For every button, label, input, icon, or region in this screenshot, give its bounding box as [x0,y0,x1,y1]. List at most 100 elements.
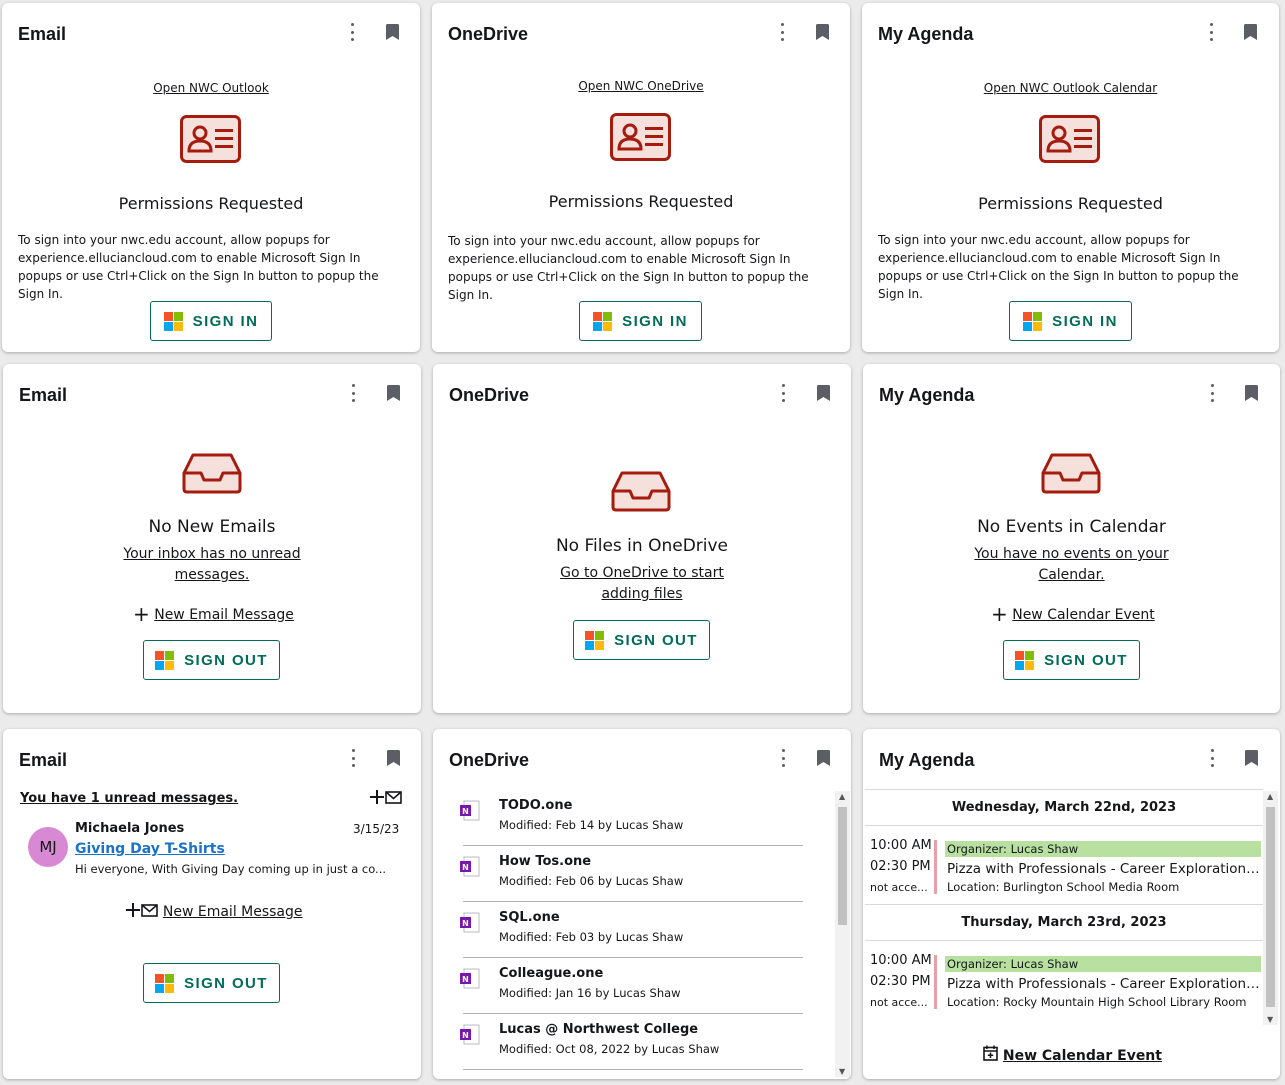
more-options-icon[interactable] [350,384,356,402]
more-options-icon[interactable] [780,749,786,767]
more-options-icon[interactable] [779,23,785,41]
scroll-thumb[interactable] [1266,807,1275,1007]
file-list-item[interactable]: N SQL.one Modified: Feb 03 by Lucas Shaw [460,902,803,958]
email-card-signin: Email Open NWC Outlook Permissions Reque… [2,3,420,352]
agenda-list: Wednesday, March 22nd, 2023 10:00 AM 02:30… [865,789,1263,1019]
onenote-file-icon: N [460,1024,480,1045]
microsoft-logo-icon [1015,650,1035,670]
open-onedrive-link[interactable]: Open NWC OneDrive [578,79,703,93]
file-modified: Modified: Jan 16 by Lucas Shaw [499,986,681,1000]
sign-in-button[interactable]: SIGN IN [150,301,272,341]
microsoft-logo-icon [155,650,175,670]
agenda-event[interactable]: 10:00 AM 02:30 PM not acce... Organizer: Lu… [865,827,1263,905]
file-list-item[interactable]: N Colleague.one Modified: Jan 16 by Lucas … [460,958,803,1014]
go-to-onedrive-link[interactable]: Go to OneDrive to start adding files [433,563,851,605]
more-options-icon[interactable] [349,23,355,41]
bookmark-icon[interactable] [386,24,399,40]
scrollbar[interactable]: ▲ ▼ [1263,791,1278,1025]
bookmark-icon[interactable] [1244,24,1257,40]
scrollbar[interactable]: ▲ ▼ [835,791,850,1077]
event-title: Pizza with Professionals - Career Explor… [947,861,1261,877]
event-start-time: 10:00 AM [870,838,932,853]
file-name: How Tos.one [499,854,592,869]
new-calendar-event-link[interactable]: + New Calendar Event [991,602,1155,626]
scroll-up-icon[interactable]: ▲ [1267,792,1273,801]
open-outlook-link[interactable]: Open NWC Outlook [153,81,269,95]
file-name: TODO.one [499,798,573,813]
link-line: Your inbox has no unread [123,546,301,562]
more-options-icon[interactable] [350,749,356,767]
bookmark-icon[interactable] [817,750,830,766]
plus-icon: + [133,602,150,626]
card-title: Email [18,24,67,44]
link-line: messages. [174,567,250,583]
event-end-time: 02:30 PM [870,974,931,989]
sign-out-button[interactable]: SIGN OUT [573,620,710,660]
more-options-icon[interactable] [780,384,786,402]
sign-out-label: SIGN OUT [184,974,268,992]
file-name: Lucas @ Northwest College [499,1022,699,1037]
scroll-up-icon[interactable]: ▲ [839,792,845,801]
new-email-link[interactable]: New Email Message [126,902,303,920]
sign-out-button[interactable]: SIGN OUT [143,640,280,680]
scroll-thumb[interactable] [838,807,847,925]
file-list-item[interactable]: N Lucas @ Northwest College Modified: Oct … [460,1014,803,1070]
bookmark-icon[interactable] [817,385,830,401]
sign-out-label: SIGN OUT [1044,651,1128,669]
sign-in-button[interactable]: SIGN IN [1009,301,1132,341]
onenote-file-icon: N [460,968,480,989]
empty-heading: No Files in OneDrive [555,536,729,556]
contact-card-icon [180,115,241,163]
calendar-empty-link[interactable]: You have no events on your Calendar. [863,544,1280,586]
sign-in-button[interactable]: SIGN IN [579,301,702,341]
microsoft-logo-icon [1023,311,1043,331]
sign-out-button[interactable]: SIGN OUT [1003,640,1140,680]
file-name: Colleague.one [499,966,604,981]
file-list-item[interactable]: N How Tos.one Modified: Feb 06 by Lucas Sh… [460,846,803,902]
scroll-down-icon[interactable]: ▼ [1267,1015,1273,1024]
avatar: MJ [28,827,68,867]
event-color-bar [934,955,937,1009]
permissions-text: To sign into your nwc.edu account, allow… [448,234,809,302]
file-list-item[interactable]: NOpen Notebook.onetoc2 [463,1070,803,1079]
permissions-text: To sign into your nwc.edu account, allow… [18,233,379,301]
link-line: You have no events on your [974,546,1169,562]
event-location: Location: Rocky Mountain High School Lib… [947,995,1247,1009]
sign-out-button[interactable]: SIGN OUT [143,963,280,1003]
more-options-icon[interactable] [1209,749,1215,767]
message-subject-link[interactable]: Giving Day T-Shirts [75,841,225,857]
more-options-icon[interactable] [1208,23,1214,41]
svg-text:N: N [462,863,469,872]
file-modified: Modified: Feb 03 by Lucas Shaw [499,930,684,944]
open-calendar-link[interactable]: Open NWC Outlook Calendar [984,81,1157,95]
new-event-label: New Calendar Event [1002,1048,1162,1064]
file-name: SQL.one [499,910,560,925]
inbox-icon [611,471,671,512]
microsoft-logo-icon [585,630,605,650]
bookmark-icon[interactable] [1245,750,1258,766]
scroll-down-icon[interactable]: ▼ [839,1067,845,1076]
bookmark-icon[interactable] [387,750,400,766]
new-email-link[interactable]: + New Email Message [133,602,294,626]
agenda-event[interactable]: 10:00 AM 02:30 PM not acce... Organizer: Lu… [865,942,1263,1019]
contact-card-icon [610,113,671,161]
bookmark-icon[interactable] [387,385,400,401]
new-calendar-event-link[interactable]: New Calendar Event [983,1045,1162,1064]
more-options-icon[interactable] [1209,384,1215,402]
compose-email-icon[interactable] [370,789,402,805]
inbox-icon [182,453,242,494]
compose-email-icon [126,903,158,917]
event-response: not acce... [870,881,928,894]
event-start-time: 10:00 AM [870,953,932,968]
new-email-label: New Email Message [162,904,303,920]
bookmark-icon[interactable] [1245,385,1258,401]
event-organizer: Organizer: Lucas Shaw [945,841,1261,857]
inbox-empty-link[interactable]: Your inbox has no unread messages. [3,544,421,586]
inbox-icon [1041,453,1101,494]
file-list-item[interactable]: N TODO.one Modified: Feb 14 by Lucas Shaw [460,790,803,846]
bookmark-icon[interactable] [816,24,829,40]
event-end-time: 02:30 PM [870,859,931,874]
sign-in-label: SIGN IN [1052,312,1118,330]
svg-text:N: N [462,807,469,816]
unread-count-link[interactable]: You have 1 unread messages. [20,791,238,806]
